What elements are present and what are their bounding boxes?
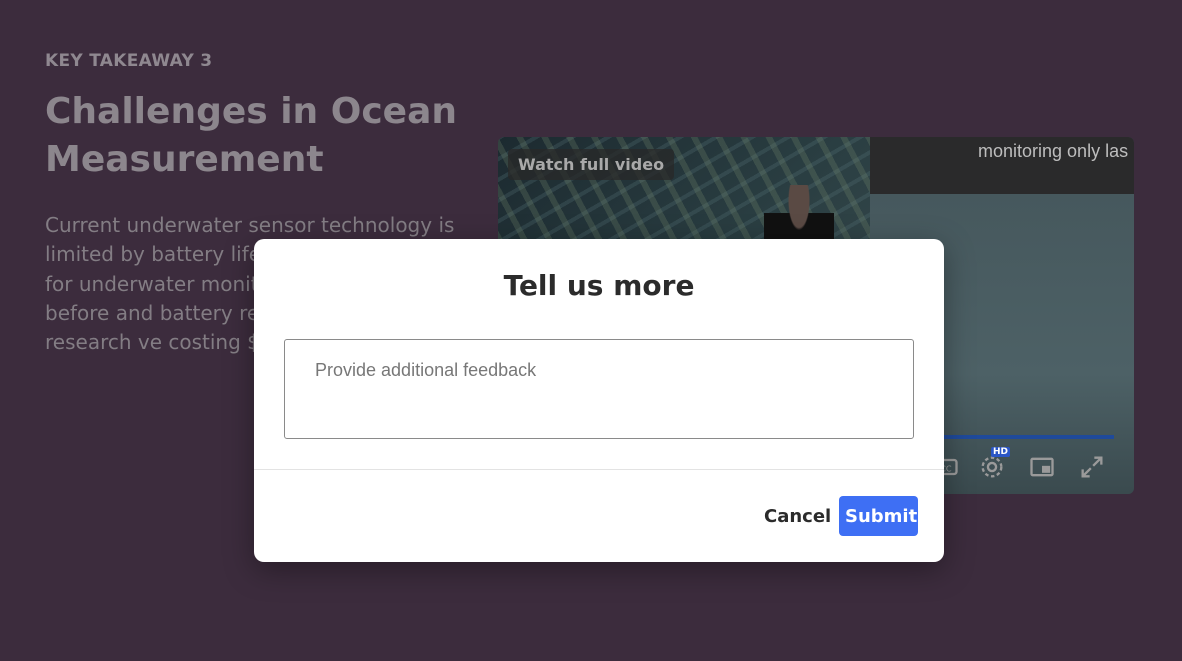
feedback-modal: Tell us more Cancel Submit xyxy=(254,239,944,562)
modal-title: Tell us more xyxy=(503,269,695,302)
submit-button[interactable]: Submit xyxy=(839,496,918,536)
modal-divider xyxy=(254,469,944,470)
cancel-button[interactable]: Cancel xyxy=(754,496,841,536)
feedback-textarea[interactable] xyxy=(284,339,914,439)
